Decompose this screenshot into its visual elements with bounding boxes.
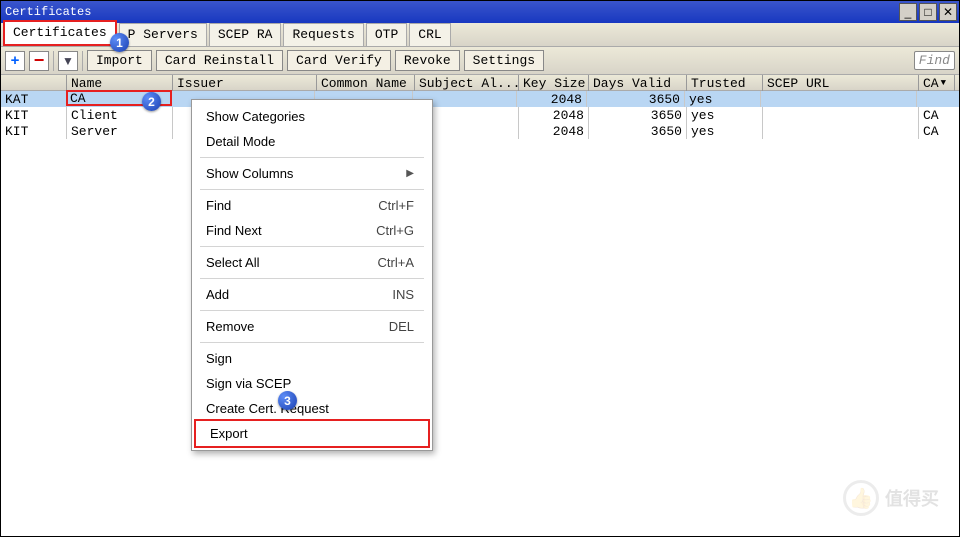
tab-scep-ra[interactable]: SCEP RA	[209, 23, 282, 46]
cell: CA	[919, 107, 955, 123]
col-header-days-valid[interactable]: Days Valid	[589, 75, 687, 91]
cell: KIT	[1, 123, 67, 139]
menu-add[interactable]: AddINS	[192, 282, 432, 307]
tab-otp[interactable]: OTP	[366, 23, 407, 46]
col-header-trusted[interactable]: Trusted	[687, 75, 763, 91]
menu-separator	[200, 342, 424, 343]
separator	[82, 51, 83, 71]
import-button[interactable]: Import	[87, 50, 152, 71]
col-header-key-size[interactable]: Key Size	[519, 75, 589, 91]
col-header-name[interactable]: Name	[67, 75, 173, 91]
table-row[interactable]: KIT Client 2048 3650 yes CA	[1, 107, 959, 123]
cell: yes	[687, 123, 763, 139]
cell: 2048	[519, 123, 589, 139]
col-header-subject-alt[interactable]: Subject Al...	[415, 75, 519, 91]
cell: 3650	[589, 123, 687, 139]
annotation-marker-3: 3	[278, 391, 297, 410]
cell: 2048	[517, 91, 587, 107]
tab-requests[interactable]: Requests	[283, 23, 363, 46]
sort-desc-icon: ▼	[941, 78, 946, 88]
menu-separator	[200, 157, 424, 158]
cell: CA	[919, 123, 955, 139]
maximize-button[interactable]: □	[919, 3, 937, 21]
cell: 3650	[587, 91, 685, 107]
context-menu: Show Categories Detail Mode Show Columns…	[191, 99, 433, 451]
col-header-blank[interactable]	[1, 75, 67, 91]
menu-show-columns[interactable]: Show Columns▶	[192, 161, 432, 186]
tab-bar: Certificates P Servers SCEP RA Requests …	[1, 23, 959, 47]
tab-certificates[interactable]: Certificates	[3, 20, 117, 46]
menu-select-all[interactable]: Select AllCtrl+A	[192, 250, 432, 275]
annotation-marker-1: 1	[110, 33, 129, 52]
find-input[interactable]: Find	[914, 51, 955, 70]
col-header-common-name[interactable]: Common Name	[317, 75, 415, 91]
separator	[53, 51, 54, 71]
tab-crl[interactable]: CRL	[409, 23, 450, 46]
card-reinstall-button[interactable]: Card Reinstall	[156, 50, 283, 71]
menu-separator	[200, 310, 424, 311]
cell	[761, 91, 917, 107]
col-header-ca[interactable]: CA▼	[919, 75, 955, 91]
watermark-text: 值得买	[885, 485, 939, 511]
close-button[interactable]: ✕	[939, 3, 957, 21]
window-title: Certificates	[5, 5, 91, 19]
menu-find-next[interactable]: Find NextCtrl+G	[192, 218, 432, 243]
submenu-arrow-icon: ▶	[406, 168, 414, 179]
cell: Server	[67, 123, 173, 139]
menu-remove[interactable]: RemoveDEL	[192, 314, 432, 339]
cell: KIT	[1, 107, 67, 123]
cell	[763, 107, 919, 123]
cell	[917, 91, 953, 107]
col-header-issuer[interactable]: Issuer	[173, 75, 317, 91]
add-icon[interactable]: +	[5, 51, 25, 71]
window-controls: _ □ ✕	[897, 3, 957, 21]
tab-p-servers[interactable]: P Servers	[119, 23, 207, 46]
minimize-button[interactable]: _	[899, 3, 917, 21]
col-header-scep-url[interactable]: SCEP URL	[763, 75, 919, 91]
cell: yes	[687, 107, 763, 123]
menu-export[interactable]: Export	[194, 419, 430, 448]
titlebar: Certificates _ □ ✕	[1, 1, 959, 23]
cell: KAT	[1, 91, 67, 107]
thumb-icon: 👍	[843, 480, 879, 516]
cell: 3650	[589, 107, 687, 123]
grid-header: Name Issuer Common Name Subject Al... Ke…	[1, 75, 959, 91]
settings-button[interactable]: Settings	[464, 50, 544, 71]
annotation-marker-2: 2	[142, 92, 161, 111]
menu-sign[interactable]: Sign	[192, 346, 432, 371]
remove-icon[interactable]: −	[29, 51, 49, 71]
cell	[763, 123, 919, 139]
menu-sign-via-scep[interactable]: Sign via SCEP	[192, 371, 432, 396]
watermark: 👍 值得买	[843, 480, 939, 516]
revoke-button[interactable]: Revoke	[395, 50, 460, 71]
menu-separator	[200, 246, 424, 247]
filter-icon[interactable]: ▼	[58, 51, 78, 71]
menu-separator	[200, 278, 424, 279]
cell: Client	[67, 107, 173, 123]
table-row[interactable]: KIT Server 2048 3650 yes CA	[1, 123, 959, 139]
menu-create-cert-request[interactable]: Create Cert. Request	[192, 396, 432, 421]
card-verify-button[interactable]: Card Verify	[287, 50, 391, 71]
toolbar: + − ▼ Import Card Reinstall Card Verify …	[1, 47, 959, 75]
menu-find[interactable]: FindCtrl+F	[192, 193, 432, 218]
menu-separator	[200, 189, 424, 190]
menu-show-categories[interactable]: Show Categories	[192, 104, 432, 129]
cell: yes	[685, 91, 761, 107]
menu-detail-mode[interactable]: Detail Mode	[192, 129, 432, 154]
cell: 2048	[519, 107, 589, 123]
